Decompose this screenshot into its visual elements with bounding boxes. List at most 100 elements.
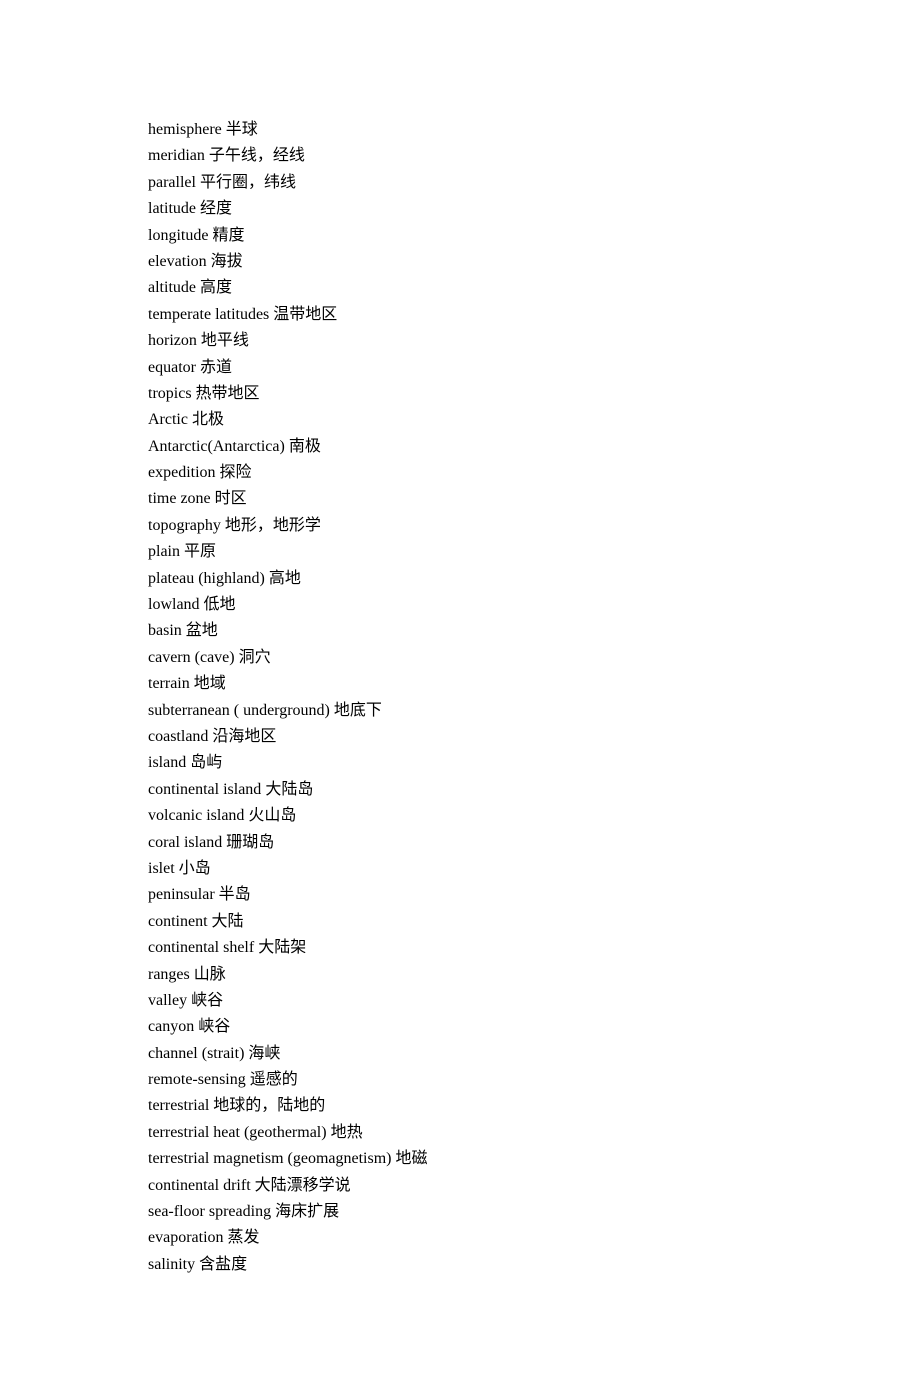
vocabulary-entry: terrestrial 地球的，陆地的 (148, 1093, 772, 1119)
vocabulary-entry: continental drift 大陆漂移学说 (148, 1173, 772, 1199)
chinese-translation: 大陆架 (258, 939, 306, 956)
english-term: terrestrial heat (geothermal) (148, 1124, 327, 1141)
chinese-translation: 探险 (220, 464, 252, 481)
english-term: coastland (148, 728, 208, 745)
english-term: channel (strait) (148, 1045, 244, 1062)
vocabulary-entry: longitude 精度 (148, 223, 772, 249)
vocabulary-entry: expedition 探险 (148, 460, 772, 486)
english-term: lowland (148, 596, 200, 613)
vocabulary-entry: elevation 海拔 (148, 249, 772, 275)
chinese-translation: 北极 (192, 411, 224, 428)
chinese-translation: 含盐度 (199, 1256, 247, 1273)
english-term: sea-floor spreading (148, 1203, 271, 1220)
vocabulary-entry: tropics 热带地区 (148, 381, 772, 407)
vocabulary-entry: continent 大陆 (148, 909, 772, 935)
vocabulary-entry: terrain 地域 (148, 671, 772, 697)
english-term: peninsular (148, 886, 215, 903)
english-term: salinity (148, 1256, 195, 1273)
english-term: continental shelf (148, 939, 254, 956)
chinese-translation: 高度 (200, 279, 232, 296)
chinese-translation: 赤道 (200, 359, 232, 376)
vocabulary-entry: topography 地形，地形学 (148, 513, 772, 539)
vocabulary-entry: equator 赤道 (148, 355, 772, 381)
english-term: terrain (148, 675, 190, 692)
vocabulary-entry: hemisphere 半球 (148, 117, 772, 143)
chinese-translation: 平原 (184, 543, 216, 560)
chinese-translation: 海峡 (248, 1045, 280, 1062)
vocabulary-entry: latitude 经度 (148, 196, 772, 222)
vocabulary-entry: meridian 子午线，经线 (148, 143, 772, 169)
chinese-translation: 精度 (212, 227, 244, 244)
english-term: island (148, 754, 186, 771)
chinese-translation: 大陆漂移学说 (255, 1177, 351, 1194)
english-term: horizon (148, 332, 197, 349)
english-term: cavern (cave) (148, 649, 235, 666)
english-term: remote-sensing (148, 1071, 246, 1088)
vocabulary-entry: parallel 平行圈，纬线 (148, 170, 772, 196)
vocabulary-entry: plateau (highland) 高地 (148, 566, 772, 592)
chinese-translation: 地平线 (201, 332, 249, 349)
chinese-translation: 地形，地形学 (225, 517, 321, 534)
english-term: valley (148, 992, 187, 1009)
vocabulary-entry: volcanic island 火山岛 (148, 803, 772, 829)
vocabulary-entry: salinity 含盐度 (148, 1252, 772, 1278)
english-term: plain (148, 543, 180, 560)
vocabulary-entry: remote-sensing 遥感的 (148, 1067, 772, 1093)
vocabulary-entry: islet 小岛 (148, 856, 772, 882)
vocabulary-entry: lowland 低地 (148, 592, 772, 618)
english-term: continental drift (148, 1177, 251, 1194)
english-term: plateau (highland) (148, 570, 265, 587)
vocabulary-entry: valley 峡谷 (148, 988, 772, 1014)
chinese-translation: 时区 (215, 490, 247, 507)
chinese-translation: 海拔 (211, 253, 243, 270)
vocabulary-entry: altitude 高度 (148, 275, 772, 301)
chinese-translation: 半岛 (219, 886, 251, 903)
chinese-translation: 大陆岛 (265, 781, 313, 798)
chinese-translation: 大陆 (212, 913, 244, 930)
vocabulary-entry: temperate latitudes 温带地区 (148, 302, 772, 328)
chinese-translation: 盆地 (186, 622, 218, 639)
english-term: tropics (148, 385, 192, 402)
vocabulary-entry: continental shelf 大陆架 (148, 935, 772, 961)
english-term: canyon (148, 1018, 194, 1035)
english-term: Antarctic(Antarctica) (148, 438, 285, 455)
chinese-translation: 半球 (226, 121, 258, 138)
vocabulary-entry: subterranean ( underground) 地底下 (148, 698, 772, 724)
english-term: meridian (148, 147, 205, 164)
english-term: time zone (148, 490, 211, 507)
english-term: expedition (148, 464, 216, 481)
chinese-translation: 地球的，陆地的 (213, 1097, 325, 1114)
chinese-translation: 地域 (194, 675, 226, 692)
english-term: ranges (148, 966, 190, 983)
chinese-translation: 峡谷 (191, 992, 223, 1009)
english-term: hemisphere (148, 121, 222, 138)
chinese-translation: 山脉 (194, 966, 226, 983)
chinese-translation: 热带地区 (196, 385, 260, 402)
english-term: subterranean ( underground) (148, 702, 330, 719)
english-term: continental island (148, 781, 261, 798)
chinese-translation: 经度 (200, 200, 232, 217)
chinese-translation: 小岛 (179, 860, 211, 877)
english-term: terrestrial (148, 1097, 209, 1114)
document-page: hemisphere 半球meridian 子午线，经线parallel 平行圈… (0, 0, 920, 1378)
english-term: elevation (148, 253, 207, 270)
english-term: evaporation (148, 1229, 224, 1246)
vocabulary-entry: ranges 山脉 (148, 962, 772, 988)
vocabulary-entry: peninsular 半岛 (148, 882, 772, 908)
english-term: topography (148, 517, 221, 534)
chinese-translation: 子午线，经线 (209, 147, 305, 164)
chinese-translation: 地底下 (334, 702, 382, 719)
vocabulary-entry: time zone 时区 (148, 486, 772, 512)
vocabulary-entry: cavern (cave) 洞穴 (148, 645, 772, 671)
vocabulary-entry: basin 盆地 (148, 618, 772, 644)
english-term: parallel (148, 174, 196, 191)
vocabulary-entry: evaporation 蒸发 (148, 1225, 772, 1251)
chinese-translation: 温带地区 (273, 306, 337, 323)
vocabulary-entry: Arctic 北极 (148, 407, 772, 433)
chinese-translation: 平行圈，纬线 (200, 174, 296, 191)
english-term: latitude (148, 200, 196, 217)
chinese-translation: 海床扩展 (275, 1203, 339, 1220)
english-term: continent (148, 913, 208, 930)
english-term: equator (148, 359, 196, 376)
english-term: coral island (148, 834, 222, 851)
